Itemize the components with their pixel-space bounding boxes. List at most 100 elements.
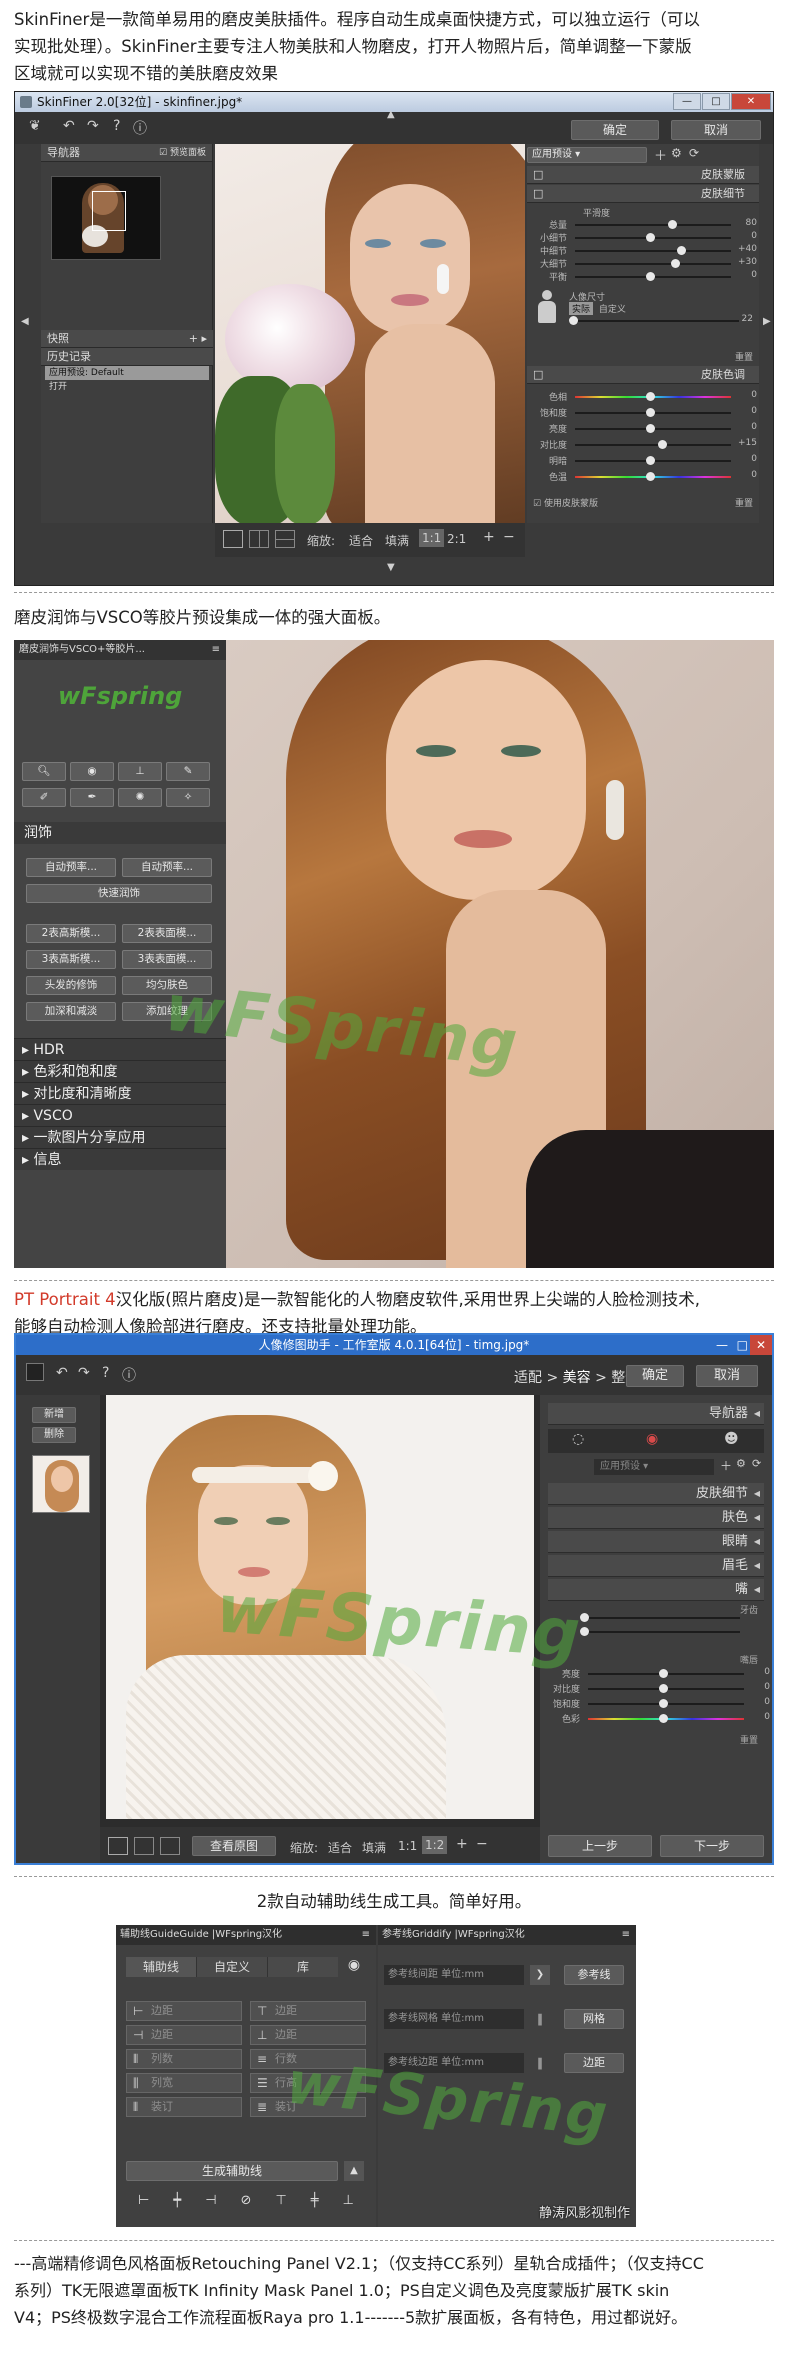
gear-icon[interactable]: ⚙ [671, 146, 682, 160]
preset-select[interactable]: 应用预设 ▾ [527, 147, 647, 163]
detail-slider-knob[interactable] [677, 246, 687, 255]
guide-bottom-icon[interactable]: ⊥ [343, 2193, 354, 2215]
gaussian-3-button[interactable]: 3表高斯模... [26, 950, 116, 969]
next-step-button[interactable]: 下一步 [660, 1835, 764, 1857]
mode-fit[interactable]: 适配 [514, 1370, 542, 1386]
zoom-fit[interactable]: 适合 [349, 532, 373, 549]
close-button[interactable]: ✕ [750, 1335, 772, 1355]
detail-slider-knob[interactable] [645, 233, 655, 242]
accordion-info[interactable]: ▸ 信息 [14, 1148, 226, 1170]
accordion-vsco[interactable]: ▸ VSCO [14, 1104, 226, 1126]
color-slider-knob[interactable] [645, 472, 655, 481]
leaf-icon[interactable]: ❦ [29, 118, 41, 134]
guide-top-icon[interactable]: ⊤ [275, 2193, 286, 2215]
lip-slider-track[interactable] [588, 1714, 744, 1723]
brush-tool-icon[interactable]: ✎ [166, 762, 210, 781]
column-width-input[interactable]: ⫼ 列宽 [126, 2073, 242, 2093]
collapse-left-icon[interactable]: ◀ [21, 316, 29, 327]
zoom-out-icon[interactable]: − [476, 1836, 488, 1852]
accordion-color-saturation[interactable]: ▸ 色彩和饱和度 [14, 1060, 226, 1082]
guide-margin-input[interactable]: 参考线边距 单位:mm [384, 2053, 524, 2073]
detail-slider-track[interactable] [575, 272, 731, 281]
cancel-button[interactable]: 取消 [671, 120, 761, 140]
detail-slider-knob[interactable] [645, 272, 655, 281]
color-slider-track[interactable] [575, 472, 731, 481]
reset-link-2[interactable]: 重置 [735, 496, 753, 509]
view-compare-icon[interactable] [160, 1837, 180, 1855]
view-original-button[interactable]: 查看原图 [192, 1836, 276, 1856]
detail-slider-knob[interactable] [667, 220, 677, 229]
teeth-slider[interactable] [580, 1613, 740, 1622]
reset-link[interactable]: 重置 [740, 1733, 758, 1746]
dodge-burn-button[interactable]: 加深和减淡 [26, 1002, 116, 1021]
use-mask-check[interactable]: ☑ 使用皮肤蒙版 [533, 496, 598, 509]
zoom-1-2[interactable]: 1:2 [422, 1836, 448, 1854]
color-slider-track[interactable] [575, 392, 731, 401]
info-icon[interactable]: ⓘ [122, 1365, 136, 1385]
lip-slider-track[interactable] [588, 1684, 744, 1693]
guide-spacing-input[interactable]: 参考线间距 单位:mm [384, 1965, 524, 1985]
dropper-tool-icon[interactable]: ✒ [70, 788, 114, 807]
collapse-top-icon[interactable]: ▲ [387, 109, 395, 120]
image-thumbnail[interactable] [32, 1455, 90, 1513]
detail-slider-knob[interactable] [670, 259, 680, 268]
collapse-right-icon[interactable]: ▶ [763, 316, 771, 327]
skin-color-header[interactable]: □ 皮肤色调 [527, 366, 759, 384]
lip-slider-knob[interactable] [658, 1714, 668, 1723]
section-brows[interactable]: 眉毛 [548, 1555, 764, 1577]
zoom-fit[interactable]: 适合 [328, 1839, 352, 1856]
zoom-fill[interactable]: 填满 [362, 1839, 386, 1856]
guide-right-icon[interactable]: ⊣ [205, 2193, 216, 2215]
section-skin-detail[interactable]: 皮肤细节 [548, 1483, 764, 1505]
help-icon[interactable]: ? [102, 1365, 109, 1381]
history-item[interactable]: 打开 [45, 380, 209, 394]
view-split-icon[interactable] [249, 530, 269, 548]
skin-mask-header[interactable]: □ 皮肤蒙版 [527, 166, 759, 184]
rows-input[interactable]: ≡ 行数 [250, 2049, 366, 2069]
gear-icon[interactable]: ⚙ [736, 1457, 746, 1470]
minimize-button[interactable]: — [716, 1335, 728, 1355]
skin-detail-check[interactable]: □ [533, 185, 543, 203]
zoom-in-icon[interactable]: + [483, 529, 495, 545]
add-preset-icon[interactable]: ＋ [720, 1457, 732, 1474]
generate-guides-button[interactable]: 生成辅助线 [126, 2161, 338, 2181]
mask-icon[interactable]: ☻ [724, 1431, 739, 1447]
skin-detail-header[interactable]: □ 皮肤细节 [527, 185, 759, 203]
gaussian-2-button[interactable]: 2表高斯模... [26, 924, 116, 943]
history-item[interactable]: 应用预设: Default [45, 366, 209, 380]
zoom-fill[interactable]: 填满 [385, 532, 409, 549]
section-eyes[interactable]: 眼睛 [548, 1531, 764, 1553]
close-button[interactable]: ✕ [731, 93, 771, 110]
clear-guides-icon[interactable]: ⊘ [241, 2193, 252, 2215]
zoom-1-1[interactable]: 1:1 [419, 529, 445, 547]
teeth-slider-2[interactable] [580, 1627, 740, 1636]
accordion-hdr[interactable]: ▸ HDR [14, 1038, 226, 1060]
eye-tool-icon[interactable]: ◉ [70, 762, 114, 781]
reset-link[interactable]: 重置 [735, 350, 753, 363]
columns-icon[interactable]: ∥ [530, 2053, 550, 2073]
snapshot-header[interactable]: 快照 + ▸ [41, 330, 213, 348]
navigator-header[interactable]: 导航器 ☑ 预览面板 [41, 144, 212, 162]
zoom-2-1[interactable]: 2:1 [447, 532, 466, 546]
hair-retouch-button[interactable]: 头发的修饰 [26, 976, 116, 995]
preview-check[interactable]: ☑ 预览面板 [159, 144, 206, 162]
view-single-icon[interactable] [223, 530, 243, 548]
zoom-in-icon[interactable]: + [456, 1836, 468, 1852]
quick-retouch-button[interactable]: 快速润饰 [26, 884, 212, 903]
lip-slider-track[interactable] [588, 1699, 744, 1708]
retouch-section-header[interactable]: 润饰 [14, 822, 226, 844]
redo-icon[interactable]: ↷ [87, 118, 99, 134]
cancel-button[interactable]: 取消 [696, 1365, 758, 1387]
collapse-bottom-icon[interactable]: ▼ [387, 562, 395, 573]
surface-2-button[interactable]: 2表表面模... [122, 924, 212, 943]
view-split-icon[interactable] [134, 1837, 154, 1855]
row-height-input[interactable]: ☰ 行高 [250, 2073, 366, 2093]
face-option-custom[interactable]: 自定义 [596, 305, 629, 315]
auto-retouch-button-2[interactable]: 自动预率... [122, 858, 212, 877]
pencil-tool-icon[interactable]: ✐ [22, 788, 66, 807]
panel-menu-icon[interactable]: ≡ [362, 1925, 370, 1945]
add-image-button[interactable]: 新增 [32, 1407, 76, 1423]
section-mouth[interactable]: 嘴 [548, 1579, 764, 1601]
margin-bottom-input[interactable]: ⊥ 边距 [250, 2025, 366, 2045]
skin-color-check[interactable]: □ [533, 366, 543, 384]
